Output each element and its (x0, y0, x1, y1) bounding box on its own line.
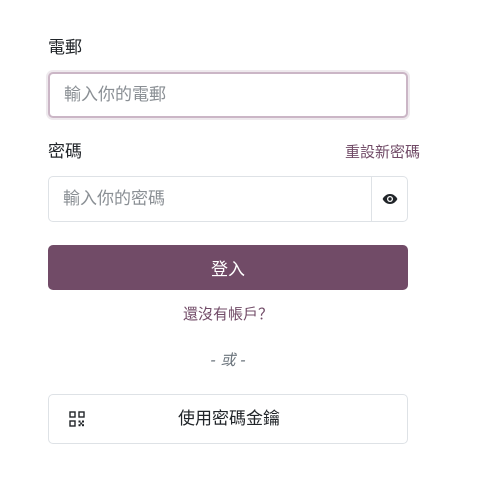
passkey-button[interactable]: 使用密碼金鑰 (48, 394, 408, 444)
reset-password-link[interactable]: 重設新密碼 (345, 142, 420, 162)
password-field-group (48, 176, 408, 222)
show-password-button[interactable] (371, 176, 408, 222)
email-input[interactable] (48, 72, 408, 118)
passkey-button-label: 使用密碼金鑰 (178, 409, 280, 428)
password-label: 密碼 (48, 142, 82, 162)
email-label: 電郵 (48, 38, 82, 58)
login-button[interactable]: 登入 (48, 245, 408, 290)
signup-link[interactable]: 還沒有帳戶？ (48, 304, 408, 324)
or-divider: - 或 - (210, 351, 246, 369)
password-input[interactable] (48, 176, 372, 222)
eye-icon (382, 194, 397, 204)
